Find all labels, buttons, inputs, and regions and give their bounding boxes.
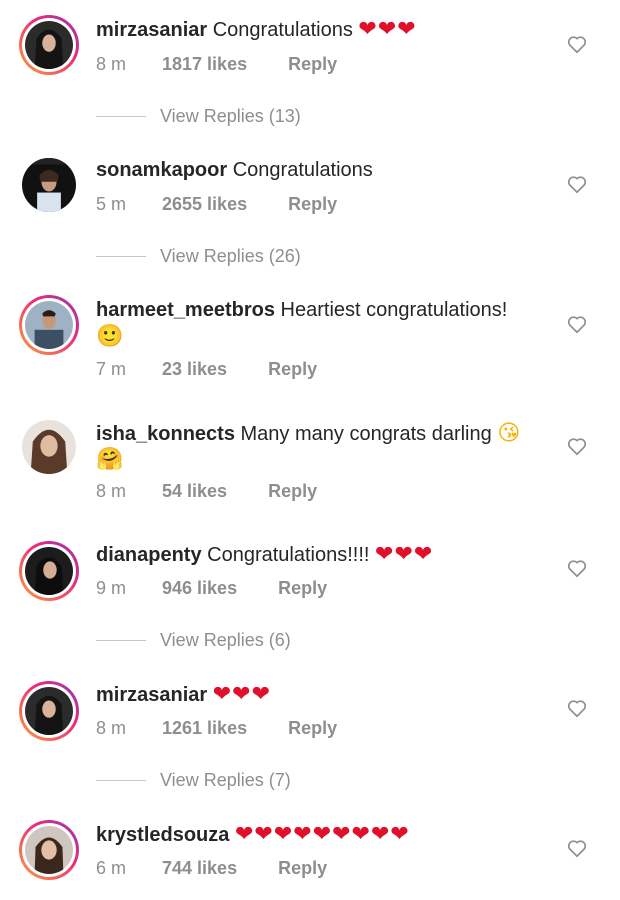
comment-text: Heartiest congratulations! xyxy=(280,299,508,321)
reply-button[interactable]: Reply xyxy=(288,718,337,739)
comment-time: 9 m xyxy=(96,578,127,598)
comment-meta: 5 m 2655 likes Reply xyxy=(96,194,337,215)
view-replies[interactable]: View Replies (6) xyxy=(96,630,291,651)
comment-username[interactable]: harmeet_meetbros xyxy=(96,299,275,321)
view-replies[interactable]: View Replies (13) xyxy=(96,106,301,127)
smile-emoji: 🙂 xyxy=(96,324,124,349)
comment-text: Congratulations!!!! xyxy=(207,544,370,566)
hug-emoji: 🤗 xyxy=(96,447,124,472)
view-replies-label[interactable]: View Replies (7) xyxy=(160,770,291,791)
heart-emoji: ❤❤❤ xyxy=(358,17,417,42)
heart-outline-icon[interactable] xyxy=(566,697,588,719)
avatar[interactable] xyxy=(19,155,79,215)
heart-outline-icon[interactable] xyxy=(566,435,588,457)
replies-divider xyxy=(96,780,146,781)
comment-likes[interactable]: 2655 likes xyxy=(162,194,247,215)
comment-username[interactable]: krystledsouza xyxy=(96,824,229,846)
comment-time: 8 m xyxy=(96,481,127,501)
comment-username[interactable]: isha_konnects xyxy=(96,423,235,445)
comment-time: 7 m xyxy=(96,359,127,379)
view-replies[interactable]: View Replies (7) xyxy=(96,770,291,791)
reply-button[interactable]: Reply xyxy=(288,54,337,75)
comment-meta: 9 m 946 likes Reply xyxy=(96,578,327,599)
comment-likes[interactable]: 1817 likes xyxy=(162,54,247,75)
heart-outline-icon[interactable] xyxy=(566,33,588,55)
comment-meta: 6 m 744 likes Reply xyxy=(96,858,327,879)
comment-time: 8 m xyxy=(96,54,127,74)
avatar[interactable] xyxy=(19,417,79,477)
comment-likes[interactable]: 744 likes xyxy=(162,858,237,879)
comment-time: 8 m xyxy=(96,718,127,738)
avatar[interactable] xyxy=(19,15,79,75)
avatar[interactable] xyxy=(19,820,79,880)
view-replies-label[interactable]: View Replies (13) xyxy=(160,106,301,127)
comment-meta: 8 m 54 likes Reply xyxy=(96,481,317,502)
view-replies[interactable]: View Replies (26) xyxy=(96,246,301,267)
comment-likes[interactable]: 54 likes xyxy=(162,481,227,502)
comment-text-line: mirzasaniar ❤❤❤ xyxy=(96,681,566,709)
heart-outline-icon[interactable] xyxy=(566,313,588,335)
replies-divider xyxy=(96,640,146,641)
replies-divider xyxy=(96,256,146,257)
comment-text-line: sonamkapoor Congratulations xyxy=(96,157,566,184)
view-replies-label[interactable]: View Replies (6) xyxy=(160,630,291,651)
comment-text: Congratulations xyxy=(212,19,353,41)
comment-meta: 7 m 23 likes Reply xyxy=(96,359,317,380)
comment-text-line: dianapenty Congratulations!!!! ❤❤❤ xyxy=(96,541,566,569)
comment-text-line: krystledsouza ❤❤❤❤❤❤❤❤❤ xyxy=(96,821,566,849)
reply-button[interactable]: Reply xyxy=(268,481,317,502)
comment-time: 6 m xyxy=(96,858,127,878)
comment-text: Many many congrats darling xyxy=(240,423,492,445)
comment-username[interactable]: dianapenty xyxy=(96,544,202,566)
view-replies-label[interactable]: View Replies (26) xyxy=(160,246,301,267)
comment-text: Congratulations xyxy=(232,159,373,181)
comment-likes[interactable]: 23 likes xyxy=(162,359,227,380)
comment-text-line: harmeet_meetbros Heartiest congratulatio… xyxy=(96,297,566,324)
heart-outline-icon[interactable] xyxy=(566,837,588,859)
avatar[interactable] xyxy=(19,541,79,601)
replies-divider xyxy=(96,116,146,117)
comment-username[interactable]: mirzasaniar xyxy=(96,19,207,41)
reply-button[interactable]: Reply xyxy=(278,578,327,599)
heart-emoji: ❤❤❤ xyxy=(212,682,272,707)
reply-button[interactable]: Reply xyxy=(268,359,317,380)
avatar[interactable] xyxy=(19,681,79,741)
comment-username[interactable]: sonamkapoor xyxy=(96,159,227,181)
comment-meta: 8 m 1817 likes Reply xyxy=(96,54,337,75)
comment-username[interactable]: mirzasaniar xyxy=(96,684,207,706)
comment-text-line-2: 🤗 xyxy=(96,446,566,474)
heart-emoji: ❤❤❤❤❤❤❤❤❤ xyxy=(234,822,410,847)
reply-button[interactable]: Reply xyxy=(288,194,337,215)
comment-text-line: isha_konnects Many many congrats darling… xyxy=(96,420,566,448)
reply-button[interactable]: Reply xyxy=(278,858,327,879)
comment-text-line-2: 🙂 xyxy=(96,323,566,351)
avatar[interactable] xyxy=(19,295,79,355)
comment-likes[interactable]: 1261 likes xyxy=(162,718,247,739)
heart-outline-icon[interactable] xyxy=(566,557,588,579)
comment-text-line: mirzasaniar Congratulations ❤❤❤ xyxy=(96,16,566,44)
comment-meta: 8 m 1261 likes Reply xyxy=(96,718,337,739)
heart-emoji: ❤❤❤ xyxy=(375,542,434,567)
comment-likes[interactable]: 946 likes xyxy=(162,578,237,599)
kiss-emoji: 😘 xyxy=(497,421,521,446)
comment-time: 5 m xyxy=(96,194,127,214)
heart-outline-icon[interactable] xyxy=(566,173,588,195)
